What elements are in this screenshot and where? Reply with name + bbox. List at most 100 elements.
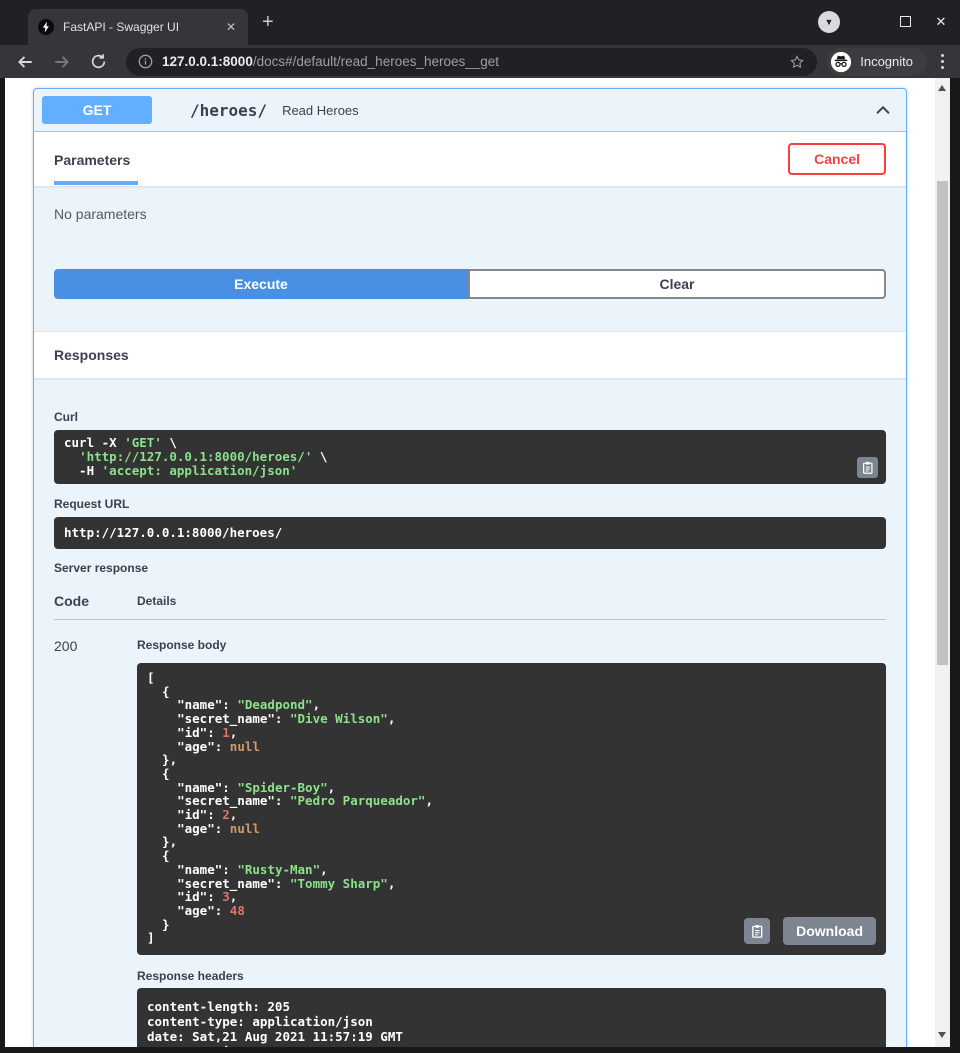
code-token: 'GET'	[124, 435, 162, 450]
copy-response-button[interactable]	[744, 918, 770, 944]
address-bar[interactable]: 127.0.0.1:8000/docs#/default/read_heroes…	[126, 48, 817, 76]
code-line: "age": 48	[147, 904, 876, 918]
reload-button[interactable]	[90, 53, 107, 70]
bookmark-star-icon[interactable]	[789, 54, 805, 70]
browser-menu-icon[interactable]	[937, 54, 948, 69]
code-token: \	[312, 449, 327, 464]
opblock-summary[interactable]: GET /heroes/ Read Heroes	[34, 89, 906, 132]
response-body-json: [ { "name": "Deadpond", "secret_name": "…	[137, 663, 886, 955]
code-token: content-type: application/json	[147, 1014, 373, 1029]
opblock-get-heroes: GET /heroes/ Read Heroes Parameters Canc…	[33, 88, 907, 1047]
forward-button[interactable]	[53, 53, 71, 71]
code-token: "Dive Wilson"	[290, 711, 388, 726]
execute-button[interactable]: Execute	[54, 269, 468, 299]
responses-section-title: Responses	[34, 331, 906, 378]
clear-button[interactable]: Clear	[468, 269, 886, 299]
tab-parameters: Parameters	[54, 136, 138, 185]
endpoint-path: /heroes/	[190, 101, 267, 120]
new-tab-button[interactable]: +	[262, 12, 274, 32]
code-line: "id": 2,	[147, 808, 876, 822]
tab-title: FastAPI - Swagger UI	[63, 20, 224, 34]
code-token: 48	[230, 903, 245, 918]
code-token: content-length: 205	[147, 999, 290, 1014]
url-text: 127.0.0.1:8000/docs#/default/read_heroes…	[162, 54, 781, 69]
code-line: date: Sat,21 Aug 2021 11:57:19 GMT	[147, 1029, 876, 1044]
close-window-button[interactable]: ✕	[934, 14, 948, 30]
code-line: "secret_name": "Pedro Parqueador",	[147, 794, 876, 808]
code-line: "id": 3,	[147, 890, 876, 904]
code-line: {	[147, 685, 876, 699]
method-badge: GET	[42, 96, 152, 124]
code-line: curl -X 'GET' \	[64, 436, 846, 450]
download-button[interactable]: Download	[783, 917, 876, 945]
code-token: server: uvicorn	[147, 1044, 260, 1047]
response-headers-label: Response headers	[137, 969, 886, 983]
incognito-icon	[830, 51, 852, 73]
parameters-header: Parameters Cancel	[34, 132, 906, 186]
code-line: },	[147, 835, 876, 849]
code-line: -H 'accept: application/json'	[64, 464, 846, 478]
request-url-value: http://127.0.0.1:8000/heroes/	[54, 517, 886, 549]
code-line: "name": "Deadpond",	[147, 698, 876, 712]
page-scrollbar[interactable]	[935, 78, 950, 1047]
browser-titlebar: FastAPI - Swagger UI ✕ + ▼ ✕	[0, 0, 960, 45]
endpoint-summary: Read Heroes	[282, 103, 359, 118]
code-token: "Pedro Parqueador"	[290, 793, 425, 808]
scrollbar-thumb[interactable]	[937, 181, 948, 665]
code-line: {	[147, 849, 876, 863]
tab-search-icon[interactable]: ▼	[818, 11, 840, 33]
code-line: "age": null	[147, 822, 876, 836]
code-token: -H	[64, 463, 102, 478]
request-url-label: Request URL	[54, 497, 886, 511]
code-line: server: uvicorn	[147, 1044, 876, 1047]
code-line: },	[147, 753, 876, 767]
execute-wrapper: Execute Clear	[54, 269, 886, 319]
code-token: ,	[388, 711, 396, 726]
code-column-header: Code	[54, 593, 137, 609]
code-token: ,	[425, 793, 433, 808]
curl-code: curl -X 'GET' \ 'http://127.0.0.1:8000/h…	[54, 430, 886, 484]
code-line: 'http://127.0.0.1:8000/heroes/' \	[64, 450, 846, 464]
code-token: date: Sat,21 Aug 2021 11:57:19 GMT	[147, 1029, 403, 1044]
status-code: 200	[54, 638, 137, 1047]
swagger-page: GET /heroes/ Read Heroes Parameters Canc…	[5, 78, 935, 1047]
no-parameters-text: No parameters	[34, 186, 906, 242]
scrollbar-down-arrow-icon[interactable]	[938, 1032, 946, 1038]
code-token: null	[230, 739, 260, 754]
code-token: "Tommy Sharp"	[290, 876, 388, 891]
live-responses-table-header: Code Details	[54, 593, 886, 609]
collapse-chevron-icon[interactable]	[872, 99, 894, 121]
tab-close-icon[interactable]: ✕	[224, 20, 238, 34]
code-line: "age": null	[147, 740, 876, 754]
code-token	[64, 449, 79, 464]
response-row-200: 200 Response body [ { "name": "Deadpond"…	[54, 620, 886, 1047]
incognito-badge: Incognito	[827, 48, 927, 76]
code-token: \	[162, 435, 177, 450]
code-line: "secret_name": "Dive Wilson",	[147, 712, 876, 726]
code-token: ,	[388, 876, 396, 891]
response-headers-block: content-length: 205content-type: applica…	[137, 988, 886, 1047]
code-line: content-type: application/json	[147, 1014, 876, 1029]
code-token: curl -X	[64, 435, 124, 450]
code-token: null	[230, 821, 260, 836]
url-host: 127.0.0.1:8000	[162, 54, 253, 69]
code-token: 'accept: application/json'	[102, 463, 298, 478]
site-info-icon[interactable]	[138, 54, 153, 69]
code-line: content-length: 205	[147, 999, 876, 1014]
browser-toolbar: 127.0.0.1:8000/docs#/default/read_heroes…	[0, 45, 960, 78]
code-token: 'http://127.0.0.1:8000/heroes/'	[79, 449, 312, 464]
code-token: ]	[147, 930, 155, 945]
code-line: [	[147, 671, 876, 685]
back-button[interactable]	[16, 53, 34, 71]
fastapi-favicon-icon	[38, 19, 54, 35]
browser-tab[interactable]: FastAPI - Swagger UI ✕	[28, 9, 248, 45]
code-line: {	[147, 767, 876, 781]
scrollbar-up-arrow-icon[interactable]	[938, 85, 946, 91]
cancel-button[interactable]: Cancel	[788, 143, 886, 175]
code-line: "name": "Rusty-Man",	[147, 863, 876, 877]
incognito-label: Incognito	[860, 54, 913, 69]
responses-inner: Curl curl -X 'GET' \ 'http://127.0.0.1:8…	[34, 378, 906, 1047]
maximize-button[interactable]	[898, 15, 912, 30]
copy-curl-button[interactable]	[857, 457, 878, 478]
url-path: /docs#/default/read_heroes_heroes__get	[253, 54, 499, 69]
